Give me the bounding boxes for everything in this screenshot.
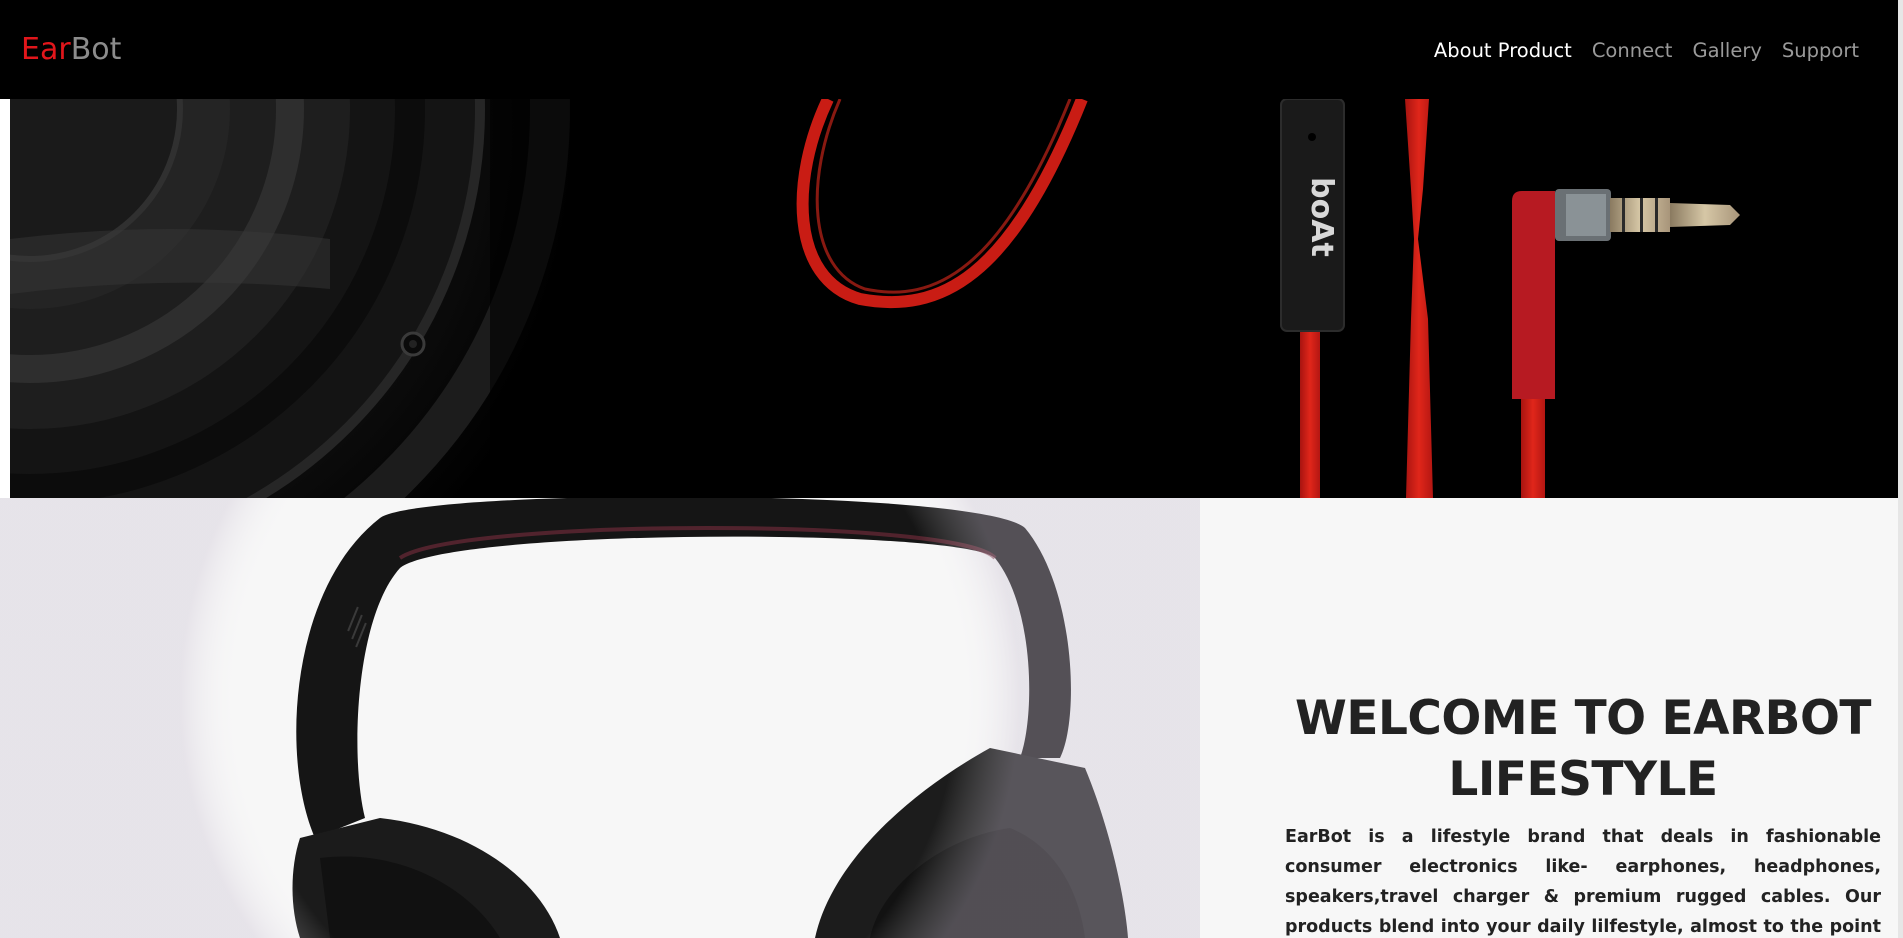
- earphone-controller-image: boAt: [1280, 99, 1345, 498]
- welcome-section: WELCOME TO EARBOT LIFESTYLE EarBot is a …: [0, 498, 1903, 938]
- welcome-title-line2: LIFESTYLE: [1448, 752, 1718, 807]
- twisted-red-cable-image: [1405, 99, 1433, 498]
- hero-banner-image: boAt: [10, 99, 1740, 498]
- top-navbar: EarBot About Product Connect Gallery Sup…: [0, 0, 1903, 99]
- nav-link-gallery[interactable]: Gallery: [1682, 36, 1771, 66]
- page-scrollbar[interactable]: [1898, 0, 1903, 938]
- speaker-image: [10, 99, 590, 498]
- nav-link-support[interactable]: Support: [1772, 36, 1869, 66]
- headphones-image: [0, 498, 1200, 938]
- welcome-description: EarBot is a lifestyle brand that deals i…: [1285, 827, 1881, 937]
- red-cable-loop-image: [796, 99, 1088, 308]
- brand-logo-ear: Ear: [21, 32, 71, 67]
- nav-links: About Product Connect Gallery Support: [1424, 36, 1869, 66]
- hero-banner: boAt: [10, 99, 1898, 498]
- audio-jack-image: [1512, 189, 1740, 498]
- brand-logo-bot: Bot: [70, 32, 122, 67]
- welcome-text-block: WELCOME TO EARBOT LIFESTYLE EarBot is a …: [1285, 688, 1881, 938]
- earphone-controller-brand-text: boAt: [1304, 177, 1339, 257]
- welcome-title: WELCOME TO EARBOT LIFESTYLE: [1285, 688, 1881, 810]
- nav-link-connect[interactable]: Connect: [1582, 36, 1683, 66]
- brand-logo[interactable]: EarBot: [21, 31, 121, 69]
- welcome-title-line1: WELCOME TO EARBOT: [1295, 691, 1871, 746]
- nav-link-about-product[interactable]: About Product: [1424, 36, 1582, 66]
